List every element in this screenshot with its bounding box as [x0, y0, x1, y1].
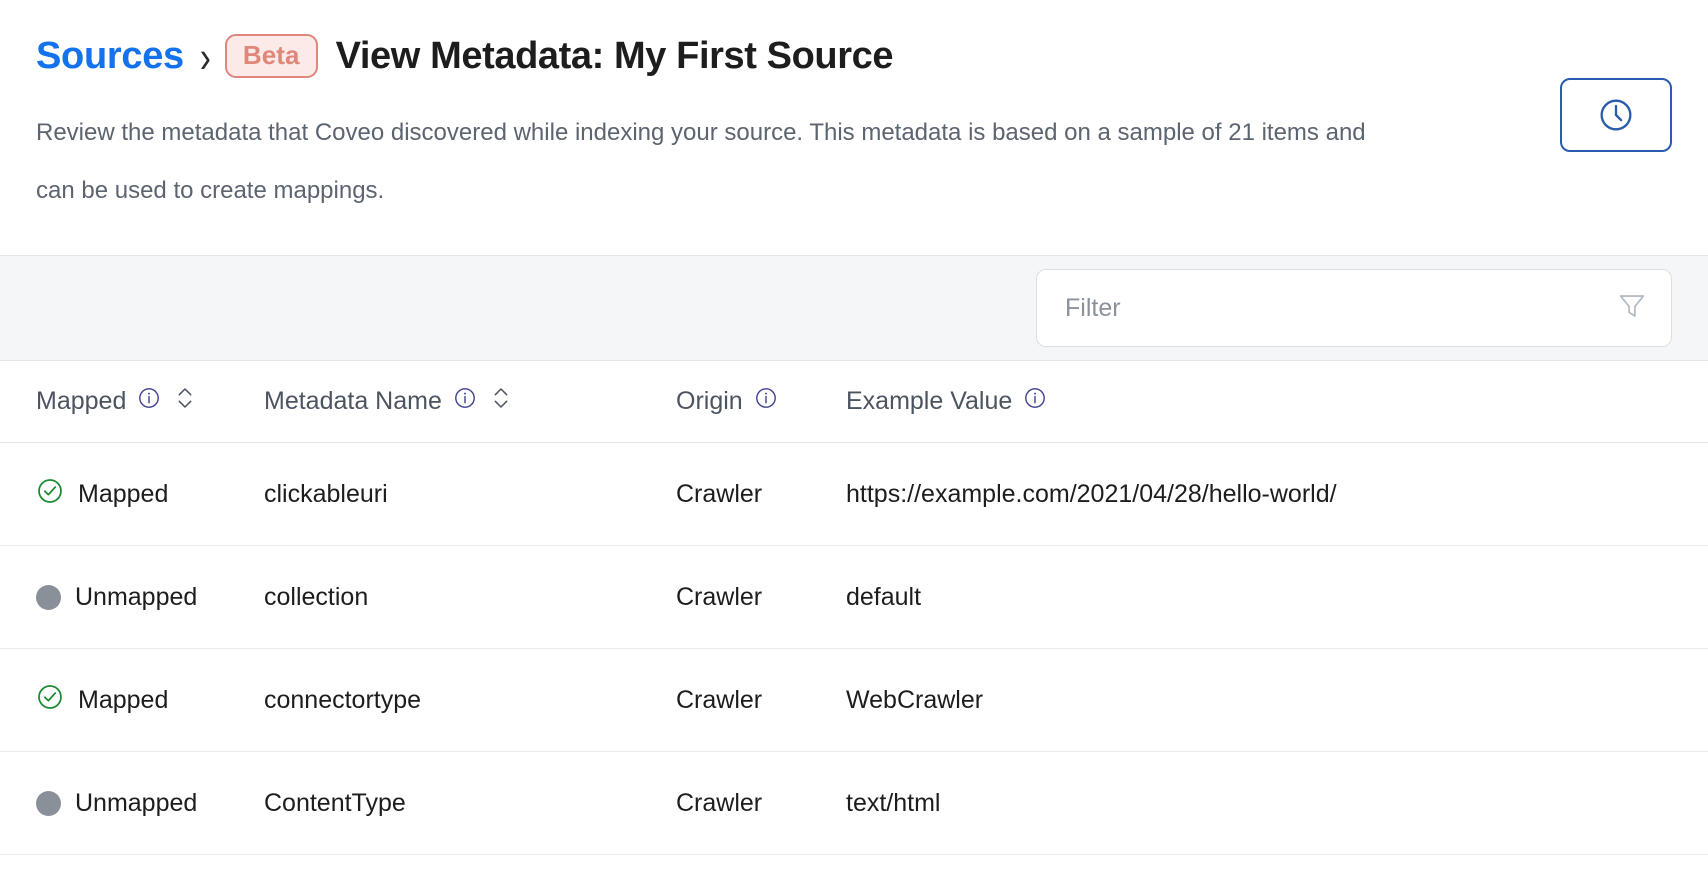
beta-badge: Beta: [224, 34, 318, 78]
filter-input[interactable]: [1065, 293, 1605, 323]
column-header-mapped-label: Mapped: [36, 387, 127, 415]
column-header-example-value: Example Value: [846, 386, 1672, 417]
status-label: Unmapped: [75, 582, 198, 611]
origin-text: Crawler: [676, 479, 763, 508]
metadata-name-text: collection: [264, 582, 369, 611]
table-header-row: Mapped Metadata Name Origin Example Valu…: [0, 361, 1708, 443]
column-header-origin-label: Origin: [676, 387, 743, 415]
page-header: Sources › Beta View Metadata: My First S…: [0, 0, 1708, 255]
breadcrumb: Sources › Beta View Metadata: My First S…: [36, 22, 1672, 90]
view-metadata-page: Sources › Beta View Metadata: My First S…: [0, 0, 1708, 888]
cell-metadata-name: connectortype: [264, 686, 676, 715]
cell-origin: Crawler: [676, 583, 846, 612]
table-row[interactable]: Unmapped ContentType Crawler text/html: [0, 752, 1708, 855]
status-label: Mapped: [78, 685, 169, 714]
example-value-text: https://example.com/2021/04/28/hello-wor…: [846, 479, 1337, 508]
check-circle-icon: [36, 683, 64, 718]
cell-origin: Crawler: [676, 686, 846, 715]
metadata-name-text: ContentType: [264, 788, 406, 817]
gray-dot-icon: [36, 584, 61, 610]
column-header-metadata-name-label: Metadata Name: [264, 387, 442, 415]
column-header-mapped[interactable]: Mapped: [36, 385, 264, 418]
funnel-icon[interactable]: [1615, 289, 1649, 328]
cell-origin: Crawler: [676, 480, 846, 509]
metadata-name-text: clickableuri: [264, 479, 388, 508]
metadata-name-text: connectortype: [264, 685, 422, 714]
example-value-text: text/html: [846, 788, 941, 817]
example-value-text: default: [846, 582, 922, 611]
cell-mapped-status: Unmapped: [36, 583, 264, 612]
origin-text: Crawler: [676, 685, 763, 714]
table-row[interactable]: Mapped clickableuri Crawler https://exam…: [0, 443, 1708, 546]
cell-mapped-status: Unmapped: [36, 789, 264, 818]
cell-metadata-name: clickableuri: [264, 480, 676, 509]
sort-toggle-icon[interactable]: [174, 385, 196, 418]
history-button[interactable]: [1560, 78, 1672, 152]
clock-icon: [1596, 95, 1636, 135]
cell-example-value: text/html: [846, 789, 1672, 818]
cell-example-value: default: [846, 583, 1672, 612]
column-header-example-value-label: Example Value: [846, 387, 1013, 415]
page-title: View Metadata: My First Source: [335, 35, 894, 77]
info-icon[interactable]: [754, 386, 778, 417]
table-row[interactable]: Mapped connectortype Crawler WebCrawler: [0, 649, 1708, 752]
filter-toolbar: [0, 255, 1708, 361]
check-circle-icon: [36, 477, 64, 512]
gray-dot-icon: [36, 790, 61, 816]
info-icon[interactable]: [1023, 386, 1047, 417]
status-label: Mapped: [78, 479, 169, 508]
filter-field[interactable]: [1036, 269, 1672, 347]
column-header-metadata-name[interactable]: Metadata Name: [264, 385, 676, 418]
cell-example-value: WebCrawler: [846, 686, 1672, 715]
info-icon[interactable]: [137, 386, 161, 417]
status-label: Unmapped: [75, 788, 198, 817]
table-row[interactable]: Unmapped collection Crawler default: [0, 546, 1708, 649]
cell-metadata-name: ContentType: [264, 789, 676, 818]
column-header-origin: Origin: [676, 386, 846, 417]
page-subtitle: Review the metadata that Coveo discovere…: [36, 119, 1366, 204]
example-value-text: WebCrawler: [846, 685, 984, 714]
cell-metadata-name: collection: [264, 583, 676, 612]
cell-mapped-status: Mapped: [36, 477, 264, 512]
metadata-table: Mapped Metadata Name Origin Example Valu…: [0, 361, 1708, 888]
info-icon[interactable]: [453, 386, 477, 417]
origin-text: Crawler: [676, 788, 763, 817]
breadcrumb-link-sources[interactable]: Sources: [36, 37, 184, 75]
origin-text: Crawler: [676, 582, 763, 611]
cell-mapped-status: Mapped: [36, 683, 264, 718]
cell-origin: Crawler: [676, 789, 846, 818]
cell-example-value: https://example.com/2021/04/28/hello-wor…: [846, 480, 1672, 509]
sort-toggle-icon[interactable]: [490, 385, 512, 418]
chevron-right-icon: ›: [199, 31, 211, 81]
